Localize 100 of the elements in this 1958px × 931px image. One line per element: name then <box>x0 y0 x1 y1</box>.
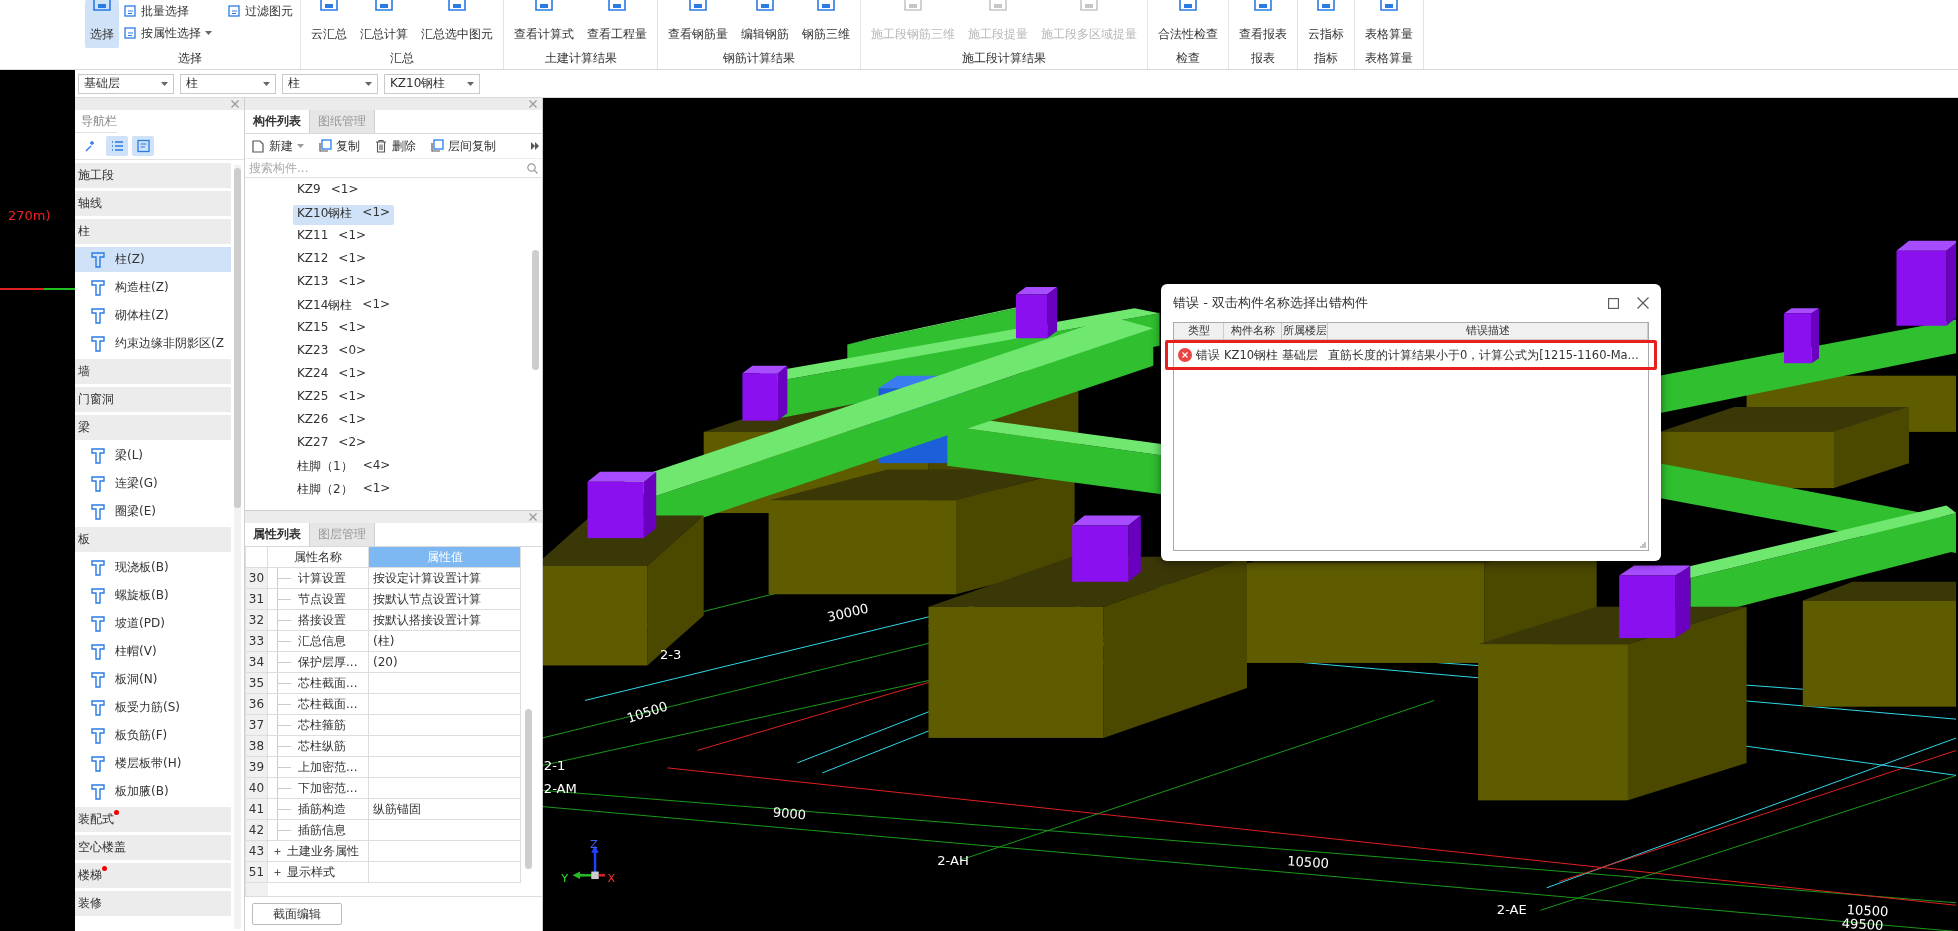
scrollbar-thumb[interactable] <box>234 168 241 508</box>
component-item[interactable]: KZ23 <0> <box>293 342 371 363</box>
nav-item[interactable]: 板加腋(B) <box>75 779 231 804</box>
nav-section-header[interactable]: 装配式 <box>75 807 231 832</box>
close-icon[interactable] <box>1637 297 1649 309</box>
nav-item[interactable]: 板受力筋(S) <box>75 695 231 720</box>
nav-item[interactable]: 构造柱(Z) <box>75 275 231 300</box>
property-value[interactable]: (柱) <box>369 631 521 652</box>
nav-item[interactable]: 现浇板(B) <box>75 555 231 580</box>
toolbar-button[interactable]: 批量选择 <box>122 1 214 21</box>
section-edit-button[interactable]: 截面编辑 <box>252 903 342 925</box>
toolbar-button[interactable]: 删除 <box>372 137 418 155</box>
component-item[interactable]: KZ24 <1> <box>293 365 371 386</box>
empty-value-cell[interactable] <box>369 862 521 883</box>
row-number: 33 <box>246 631 268 652</box>
toolbar-button[interactable]: 新建 <box>249 137 306 155</box>
nav-item[interactable]: 坡道(PD) <box>75 611 231 636</box>
component-item[interactable]: 柱脚（2） <1> <box>293 480 395 501</box>
toolbar-button[interactable]: 汇总选中图元 <box>416 0 498 48</box>
toolbar-button[interactable]: 编辑钢筋 <box>736 0 794 48</box>
component-icon <box>89 754 107 773</box>
toolbar-button[interactable]: 选择 <box>85 0 119 48</box>
nav-item[interactable]: 圈梁(E) <box>75 499 231 524</box>
nav-section-header[interactable]: 墙 <box>75 359 231 384</box>
nav-section-header[interactable]: 门窗洞 <box>75 387 231 412</box>
property-value[interactable]: 按默认搭接设置计算 <box>369 610 521 631</box>
view-toggle-button[interactable] <box>132 136 154 156</box>
nav-item[interactable]: 梁(L) <box>75 443 231 468</box>
component-item[interactable]: KZ11 <1> <box>293 227 371 248</box>
empty-value-cell[interactable] <box>369 757 521 778</box>
view-toggle-button[interactable] <box>106 136 128 156</box>
nav-section-header[interactable]: 梁 <box>75 415 231 440</box>
filter-dropdown[interactable]: 柱 <box>180 73 276 94</box>
toolbar-button[interactable]: 合法性检查 <box>1153 0 1223 48</box>
property-value[interactable]: 纵筋锚固 <box>369 799 521 820</box>
property-name: 芯柱截面... <box>298 695 358 713</box>
component-item[interactable]: KZ27 <2> <box>293 434 371 455</box>
nav-item[interactable]: 柱(Z) <box>75 247 231 272</box>
empty-value-cell[interactable] <box>369 841 521 862</box>
empty-value-cell[interactable] <box>369 820 521 841</box>
toolbar-button[interactable]: 过滤图元 <box>226 1 295 21</box>
error-row[interactable]: 错误 KZ10钢柱 基础层 直筋长度的计算结果小于0，计算公式为[1215-1160-Ma... <box>1174 343 1648 367</box>
toolbar-button[interactable]: 查看工程量 <box>582 0 652 48</box>
property-value[interactable]: (20) <box>369 652 521 673</box>
empty-value-cell[interactable] <box>369 694 521 715</box>
toolbar-button[interactable]: 查看计算式 <box>509 0 579 48</box>
empty-value-cell[interactable] <box>369 715 521 736</box>
component-item[interactable]: KZ10钢柱 <1> <box>293 204 395 225</box>
nav-section-header[interactable]: 轴线 <box>75 191 231 216</box>
group-label: 检查 <box>1175 50 1201 67</box>
toolbar-button[interactable]: 查看报表 <box>1234 0 1292 48</box>
property-value[interactable]: 按设定计算设置计算 <box>369 568 521 589</box>
nav-item[interactable]: 约束边缘非阴影区(Z <box>75 331 231 356</box>
empty-value-cell[interactable] <box>369 778 521 799</box>
toolbar-button[interactable]: 查看钢筋量 <box>663 0 733 48</box>
nav-section-header[interactable]: 板 <box>75 527 231 552</box>
nav-item[interactable]: 板洞(N) <box>75 667 231 692</box>
empty-value-cell[interactable] <box>369 736 521 757</box>
toolbar-button[interactable]: 汇总计算 <box>355 0 413 48</box>
expand-icon[interactable] <box>273 867 282 877</box>
column-header: 错误描述 <box>1328 323 1648 339</box>
nav-item[interactable]: 楼层板带(H) <box>75 751 231 776</box>
toolbar-button[interactable]: 复制 <box>316 137 362 155</box>
component-item[interactable]: KZ26 <1> <box>293 411 371 432</box>
filter-dropdown[interactable]: 柱 <box>282 73 378 94</box>
more-icon[interactable] <box>531 142 539 150</box>
component-item[interactable]: KZ15 <1> <box>293 319 371 340</box>
property-value[interactable]: 按默认节点设置计算 <box>369 589 521 610</box>
expand-icon[interactable] <box>273 846 282 856</box>
component-icon <box>89 586 107 605</box>
nav-item[interactable]: 板负筋(F) <box>75 723 231 748</box>
toolbar-button[interactable]: 云汇总 <box>306 0 352 48</box>
filter-dropdown[interactable]: 基础层 <box>78 73 174 94</box>
component-item[interactable]: KZ9 <1> <box>293 181 363 202</box>
nav-section-header[interactable]: 装修 <box>75 891 231 916</box>
scrollbar-thumb[interactable] <box>532 250 539 370</box>
toolbar-button[interactable]: 按属性选择 <box>122 23 214 43</box>
filter-dropdown[interactable]: KZ10钢柱 <box>384 73 480 94</box>
component-item[interactable]: KZ12 <1> <box>293 250 371 271</box>
empty-value-cell[interactable] <box>369 673 521 694</box>
toolbar-button[interactable]: 层间复制 <box>428 137 498 155</box>
nav-section-header[interactable]: 施工段 <box>75 163 231 188</box>
component-item[interactable]: KZ13 <1> <box>293 273 371 294</box>
nav-item[interactable]: 连梁(G) <box>75 471 231 496</box>
nav-section-header[interactable]: 楼梯 <box>75 863 231 888</box>
toolbar-button[interactable]: 钢筋三维 <box>797 0 855 48</box>
component-item[interactable]: KZ14钢柱 <1> <box>293 296 395 317</box>
component-item[interactable]: KZ25 <1> <box>293 388 371 409</box>
nav-section-header[interactable]: 柱 <box>75 219 231 244</box>
nav-item[interactable]: 砌体柱(Z) <box>75 303 231 328</box>
maximize-icon[interactable] <box>1608 297 1619 309</box>
group-label: 报表 <box>1250 50 1276 67</box>
toolbar-button[interactable]: 云指标 <box>1303 0 1349 48</box>
scrollbar-thumb[interactable] <box>525 709 532 869</box>
toolbar-button[interactable]: 表格算量 <box>1360 0 1418 48</box>
nav-section-header[interactable]: 空心楼盖 <box>75 835 231 860</box>
resize-grip-icon[interactable] <box>1639 541 1646 548</box>
nav-item[interactable]: 螺旋板(B) <box>75 583 231 608</box>
nav-item[interactable]: 柱帽(V) <box>75 639 231 664</box>
component-item[interactable]: 柱脚（1） <4> <box>293 457 395 478</box>
